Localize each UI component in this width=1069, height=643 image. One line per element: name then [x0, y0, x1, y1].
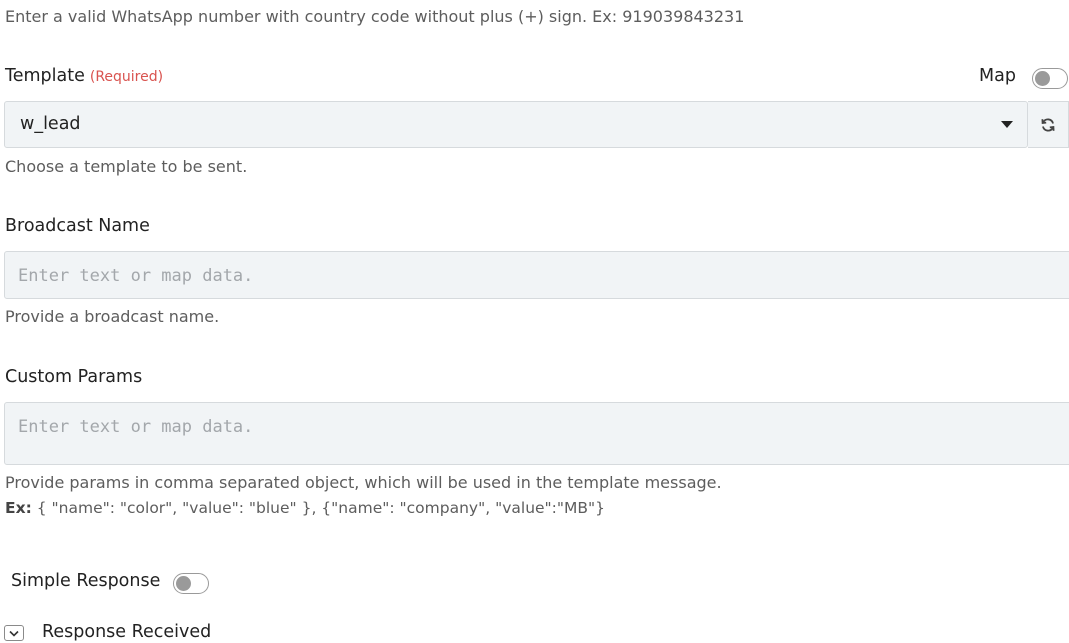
required-badge: (Required): [89, 69, 164, 85]
custom-params-placeholder: Enter text or map data.: [18, 417, 254, 437]
custom-params-help-text: Provide params in comma separated object…: [5, 473, 722, 492]
template-label-row: Template (Required): [5, 66, 163, 86]
simple-response-toggle[interactable]: [173, 573, 209, 594]
response-received-label[interactable]: Response Received: [42, 622, 211, 642]
response-received-expand-button[interactable]: [4, 625, 24, 641]
refresh-templates-button[interactable]: [1028, 101, 1069, 148]
map-toggle[interactable]: [1032, 68, 1068, 89]
custom-params-label: Custom Params: [5, 367, 143, 387]
template-select[interactable]: w_lead: [4, 101, 1028, 148]
map-label: Map: [979, 66, 1016, 86]
broadcast-name-help-text: Provide a broadcast name.: [5, 307, 220, 326]
custom-params-input[interactable]: Enter text or map data.: [4, 402, 1069, 465]
map-toggle-knob: [1035, 71, 1050, 86]
template-help-text: Choose a template to be sent.: [5, 157, 248, 176]
broadcast-name-label: Broadcast Name: [5, 216, 150, 236]
caret-down-icon: [1001, 121, 1013, 128]
broadcast-name-placeholder: Enter text or map data.: [18, 266, 254, 286]
broadcast-name-input[interactable]: Enter text or map data.: [4, 251, 1069, 299]
custom-params-example: Ex: { "name": "color", "value": "blue" }…: [5, 499, 605, 517]
example-prefix: Ex:: [5, 499, 32, 517]
template-label: Template: [5, 66, 85, 86]
chevron-down-icon: [9, 630, 19, 637]
refresh-icon: [1041, 117, 1055, 132]
phone-help-text: Enter a valid WhatsApp number with count…: [5, 7, 745, 26]
template-select-value: w_lead: [20, 114, 81, 134]
simple-response-label: Simple Response: [11, 571, 161, 591]
example-text: { "name": "color", "value": "blue" }, {"…: [31, 499, 606, 517]
simple-response-toggle-knob: [176, 576, 191, 591]
